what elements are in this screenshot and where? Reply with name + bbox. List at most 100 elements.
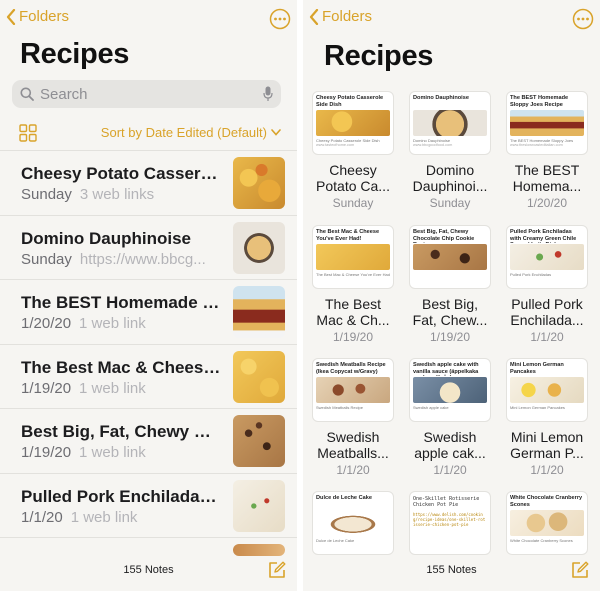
notes-list-screen: Folders Recipes Search Sort by Date Edit… [0,0,297,591]
folder-title: Recipes [20,38,130,70]
gallery-view-button[interactable] [19,124,37,147]
gallery-note[interactable]: Swedish Meatballs Recipe (Ikea Copycat w… [307,358,399,477]
gallery-note[interactable]: Dulce de Leche Cake Dulce de Leche Cake [307,491,399,555]
card-footer: Swedish Meatballs Recipe [316,405,363,410]
gallery-note-date: 1/1/20 [433,463,467,477]
card-footer: The Best Mac & Cheese You've Ever Had [316,272,390,277]
note-date: 1/20/20 [21,315,72,332]
card-title: Cheesy Potato Casserole Side Dish [316,95,384,108]
notes-list: Cheesy Potato Casserol... Sunday 3 web li… [0,150,297,557]
compose-icon [572,561,589,578]
gallery-note-title-line2: apple cak... [414,445,486,461]
card-title: The Best Mac & Cheese You've Ever Had! [316,229,380,242]
note-preview-card: The Best Mac & Cheese You've Ever Had! T… [312,225,394,289]
card-title: White Chocolate Cranberry Scones [510,495,583,508]
gallery-note-title-line1: Mini Lemon [510,429,584,445]
card-image [316,244,390,270]
note-detail: 3 web links [79,186,155,203]
sort-menu-button[interactable]: Sort by Date Edited (Default) [101,125,281,140]
gallery-note[interactable]: Cheesy Potato Casserole Side Dish Cheesy… [307,91,399,210]
gallery-note[interactable]: The BEST Homemade Sloppy Joes Recipe The… [501,91,593,210]
card-footer: Pulled Pork Enchiladas [510,272,552,277]
note-row[interactable]: Cheesy Potato Casserol... Sunday 3 web li… [0,150,297,215]
note-date: 1/19/20 [21,444,72,461]
note-date: 1/19/20 [21,379,72,397]
note-row[interactable]: The Best Mac & Cheese... 1/19/20 1 web li… [0,343,297,409]
note-thumbnail [233,286,285,338]
gallery-note[interactable]: Pulled Pork Enchiladas with Creamy Green… [501,225,593,344]
new-note-button[interactable] [267,560,287,585]
gallery-note[interactable]: Swedish apple cake with vanilla sauce (ä… [404,358,496,477]
card-image [510,510,584,536]
new-note-button[interactable] [570,560,590,585]
gallery-note-date: 1/1/20 [530,463,564,477]
gallery-note[interactable]: Domino Dauphinoise Domino Dauphinoise ww… [404,91,496,210]
note-detail: https://www.bbcg... [79,250,206,268]
card-image [510,244,584,270]
gallery-note-title-line2: Dauphinoi... [412,178,488,194]
gallery-note-date: Sunday [332,196,374,210]
card-footer: Domino Dauphinoise [413,138,451,143]
gallery-note[interactable]: The Best Mac & Cheese You've Ever Had! T… [307,225,399,344]
gallery-note-date: 1/19/20 [332,330,374,344]
gallery-note[interactable]: One-Skillet Rotisserie Chicken Pot Pie h… [404,491,496,555]
gallery-grid-icon [19,124,37,142]
gallery-note-title-line1: Swedish [326,429,380,445]
ellipsis-circle-icon [572,8,594,30]
back-to-folders-button[interactable]: Folders [6,8,69,25]
note-title: The BEST Homemade Sl... [21,293,221,312]
note-detail: 1 web link [79,315,146,332]
list-toolbar: Sort by Date Edited (Default) [19,122,281,144]
note-preview-card: One-Skillet Rotisserie Chicken Pot Pie h… [409,491,491,555]
note-row[interactable]: Domino Dauphinoise Sunday https://www.bbc… [0,214,297,280]
gallery-note-title-line1: The BEST [514,162,580,178]
card-url: www.tasteofhome.com [316,143,355,147]
card-image [316,510,390,536]
note-preview-card: Cheesy Potato Casserole Side Dish Cheesy… [312,91,394,155]
note-row[interactable] [0,537,297,557]
gallery-note-date: Sunday [429,196,471,210]
card-footer: Cheesy Potato Casserole Side Dish [316,138,380,143]
note-title: The Best Mac & Cheese... [21,357,221,377]
note-date: Sunday [21,186,72,203]
search-placeholder: Search [40,85,88,103]
card-image [316,110,390,136]
search-icon [20,87,34,101]
card-url: www.bbcgoodfood.com [413,143,453,147]
note-row[interactable]: Pulled Pork Enchiladas... 1/1/20 1 web li… [0,472,297,538]
card-title: Mini Lemon German Pancakes [510,362,564,375]
search-field[interactable]: Search [12,80,281,108]
gallery-note-title-line2: Mac & Ch... [316,312,390,328]
gallery-note-date: 1/19/20 [429,330,471,344]
note-row[interactable]: The BEST Homemade Sl... 1/20/20 1 web lin… [0,279,297,344]
gallery-note[interactable]: Best Big, Fat, Chewy Chocolate Chip Cook… [404,225,496,344]
more-options-button[interactable] [269,8,291,35]
card-image [413,244,487,270]
note-count: 155 Notes [426,564,477,576]
note-row[interactable]: Best Big, Fat, Chewy Ch... 1/19/20 1 web … [0,408,297,473]
more-options-button[interactable] [572,8,594,35]
note-title: Domino Dauphinoise [21,228,191,248]
gallery-note[interactable]: White Chocolate Cranberry Scones White C… [501,491,593,555]
chevron-left-icon [309,8,319,25]
note-title: Best Big, Fat, Chewy Ch... [21,422,221,441]
card-title: Swedish apple cake with vanilla sauce (ä… [413,362,479,376]
card-footer: Dulce de Leche Cake [316,538,355,543]
card-url: https://www.delish.com/cooking/recipe-id… [413,512,486,527]
note-detail: 1 web link [79,444,146,461]
card-footer: Mini Lemon German Pancakes [510,405,565,410]
gallery-note[interactable]: Mini Lemon German Pancakes Mini Lemon Ge… [501,358,593,477]
microphone-icon[interactable] [263,86,273,102]
card-title: Swedish Meatballs Recipe (Ikea Copycat w… [316,362,386,375]
note-preview-card: The BEST Homemade Sloppy Joes Recipe The… [506,91,588,155]
gallery-note-title-line2: Fat, Chew... [412,312,488,328]
gallery-note-title-line1: The Best [324,296,382,312]
note-thumbnail [233,350,285,403]
navigation-bar: Folders [6,8,291,32]
compose-icon [269,561,286,578]
note-preview-card: Swedish Meatballs Recipe (Ikea Copycat w… [312,358,394,422]
card-image [413,110,487,136]
note-preview-card: Domino Dauphinoise Domino Dauphinoise ww… [409,91,491,155]
note-detail: 1 web link [79,379,146,397]
back-to-folders-button[interactable]: Folders [309,8,372,25]
